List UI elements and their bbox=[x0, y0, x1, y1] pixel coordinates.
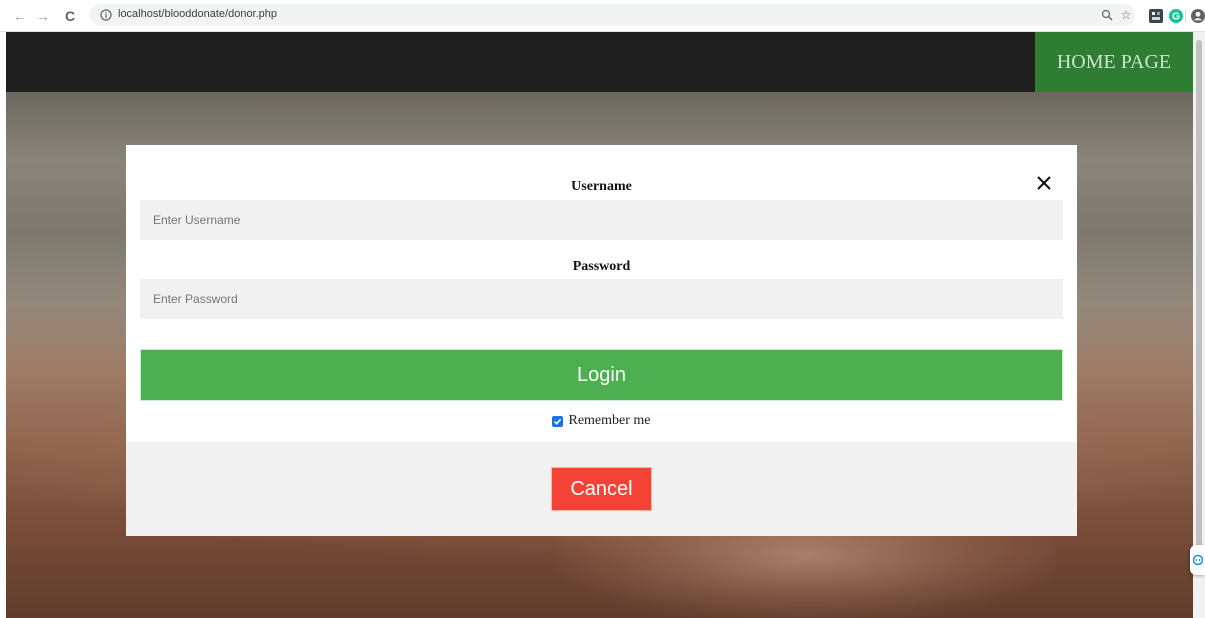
side-extension-widget[interactable] bbox=[1190, 545, 1205, 575]
top-navigation-bar: HOME PAGE bbox=[6, 32, 1193, 92]
login-modal: Username Password Login Remember me Canc… bbox=[126, 145, 1077, 536]
zoom-icon[interactable] bbox=[1099, 7, 1115, 23]
profile-icon[interactable] bbox=[1190, 8, 1205, 24]
password-label: Password bbox=[572, 259, 631, 274]
modal-footer: Cancel bbox=[126, 442, 1077, 536]
home-page-link[interactable]: HOME PAGE bbox=[1035, 32, 1193, 92]
login-button[interactable]: Login bbox=[140, 349, 1063, 401]
teamviewer-icon bbox=[1192, 555, 1203, 565]
grammarly-icon[interactable]: G bbox=[1168, 8, 1184, 24]
back-button[interactable]: ← bbox=[10, 6, 30, 26]
password-input[interactable] bbox=[140, 279, 1063, 319]
reload-button[interactable]: C bbox=[60, 6, 80, 26]
username-label: Username bbox=[571, 179, 632, 194]
browser-toolbar: ← → C localhost/blooddonate/donor.php ☆ … bbox=[0, 0, 1205, 32]
remember-me-label[interactable]: Remember me bbox=[568, 413, 650, 429]
page-viewport: HOME PAGE Username Password Login Rememb… bbox=[6, 32, 1193, 618]
info-icon[interactable] bbox=[98, 7, 114, 23]
svg-text:G: G bbox=[1172, 12, 1180, 23]
page-scrollbar[interactable] bbox=[1193, 32, 1205, 618]
bookmark-star-icon[interactable]: ☆ bbox=[1118, 7, 1134, 23]
remember-me-row: Remember me bbox=[126, 412, 1077, 430]
scrollbar-thumb[interactable] bbox=[1196, 40, 1202, 570]
remember-me-checkbox[interactable] bbox=[552, 415, 564, 427]
address-bar[interactable]: localhost/blooddonate/donor.php ☆ bbox=[90, 4, 1135, 26]
username-input[interactable] bbox=[140, 200, 1063, 240]
forward-button[interactable]: → bbox=[33, 6, 53, 26]
extension-icon[interactable] bbox=[1148, 8, 1164, 24]
toolbar-divider bbox=[1185, 9, 1186, 23]
cancel-button[interactable]: Cancel bbox=[551, 467, 652, 511]
url-text[interactable]: localhost/blooddonate/donor.php bbox=[118, 8, 277, 20]
